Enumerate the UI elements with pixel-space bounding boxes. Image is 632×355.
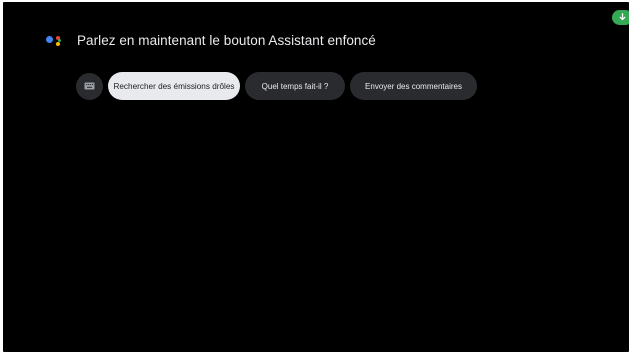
logo-dot-green (58, 39, 61, 42)
logo-dot-yellow (56, 42, 60, 46)
suggestion-chips: Rechercher des émissions drôles Quel tem… (76, 72, 482, 100)
logo-dot-blue (46, 36, 53, 43)
chip-envoyer-commentaires[interactable]: Envoyer des commentaires (350, 72, 477, 100)
assistant-prompt-row: Parlez en maintenant le bouton Assistant… (45, 28, 376, 52)
download-badge (612, 10, 629, 25)
chip-label: Rechercher des émissions drôles (113, 81, 235, 91)
download-arrow-icon (618, 9, 627, 27)
keyboard-icon (84, 77, 95, 95)
google-assistant-icon (45, 31, 63, 49)
keyboard-button[interactable] (76, 72, 103, 100)
assistant-prompt-text: Parlez en maintenant le bouton Assistant… (77, 32, 376, 48)
assistant-screen: Parlez en maintenant le bouton Assistant… (3, 2, 629, 352)
chip-label: Quel temps fait-il ? (261, 81, 329, 91)
chip-rechercher-emissions[interactable]: Rechercher des émissions drôles (108, 72, 240, 100)
chip-quel-temps[interactable]: Quel temps fait-il ? (245, 72, 345, 100)
chip-label: Envoyer des commentaires (365, 81, 462, 91)
